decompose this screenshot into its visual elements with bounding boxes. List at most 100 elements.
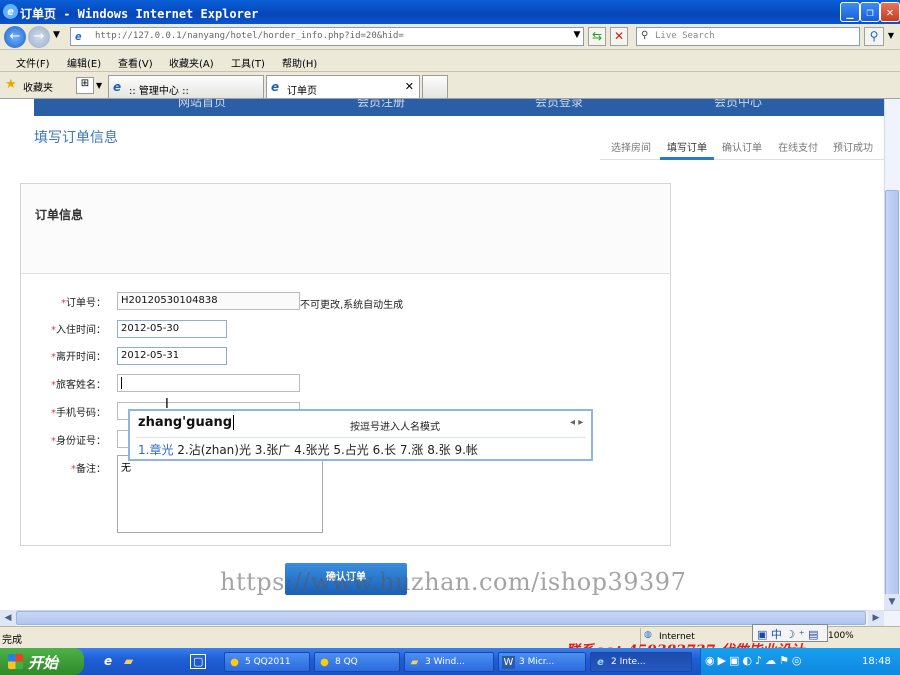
menu-view[interactable]: 查看(V) <box>118 55 153 70</box>
start-button[interactable]: 开始 <box>0 648 84 675</box>
page-title: 填写订单信息 <box>34 130 118 146</box>
id-card-label: *身份证号： <box>51 436 106 447</box>
tab-order-page[interactable]: e 订单页 ✕ <box>266 75 420 98</box>
history-dropdown-icon[interactable]: ▼ <box>53 30 60 40</box>
nav-home[interactable]: 网站首页 <box>178 99 226 110</box>
panel-title: 订单信息 <box>35 208 84 222</box>
checkout-label: *离开时间： <box>51 352 106 363</box>
step-booking-success: 预订成功 <box>833 143 873 154</box>
favorites-star-icon: ★ <box>5 77 17 92</box>
ime-candidate[interactable]: 4.张光 <box>294 443 329 457</box>
nav-register[interactable]: 会员注册 <box>357 99 405 110</box>
search-button[interactable]: ⚲ <box>864 27 884 46</box>
site-nav: 网站首页 会员注册 会员登录 会员中心 <box>34 99 884 116</box>
order-no-field: H20120530104838 <box>117 292 300 310</box>
menu-tools[interactable]: 工具(T) <box>231 55 265 70</box>
ime-candidate[interactable]: 5.占光 <box>333 443 368 457</box>
forward-button[interactable]: → <box>28 26 50 48</box>
step-confirm-order: 确认订单 <box>722 143 762 154</box>
search-icon: ⚲ <box>641 30 649 41</box>
window-title: 订单页 - Windows Internet Explorer <box>20 7 259 21</box>
taskbar-item-qq2011[interactable]: ● 5 QQ2011 <box>224 652 310 672</box>
vertical-scroll-thumb[interactable] <box>885 190 899 600</box>
page-icon: e <box>75 30 82 43</box>
ime-candidate[interactable]: 6.长 <box>373 443 396 457</box>
quicklaunch-desktop-icon[interactable]: ▢ <box>190 654 207 669</box>
search-placeholder: Live Search <box>655 31 715 41</box>
search-options-icon[interactable]: ▼ <box>884 27 898 46</box>
menu-favorites[interactable]: 收藏夹(A) <box>169 55 214 70</box>
search-input[interactable]: ⚲ Live Search <box>636 27 860 46</box>
menu-help[interactable]: 帮助(H) <box>282 55 317 70</box>
taskbar-item-internet[interactable]: e2 Inte... <box>590 652 692 672</box>
ime-candidates: 1.章光 2.沾(zhan)光 3.张广 4.张光 5.占光 6.长 7.涨 8… <box>138 441 478 458</box>
stop-button[interactable]: ✕ <box>610 27 628 46</box>
checkin-label: *入住时间： <box>51 325 106 336</box>
ime-candidate[interactable]: 2.沾(zhan)光 <box>177 443 251 457</box>
ime-pinyin: zhang'guang <box>138 415 235 430</box>
nav-login[interactable]: 会员登录 <box>535 99 583 110</box>
ime-divider <box>136 437 586 438</box>
new-tab-button[interactable] <box>422 75 448 98</box>
windows-flag-icon <box>8 654 23 669</box>
menu-edit[interactable]: 编辑(E) <box>67 55 101 70</box>
guest-name-label: *旅客姓名： <box>51 380 106 391</box>
tray-icons[interactable]: ◉▶▣◐♪☁⚑◎ <box>705 654 805 667</box>
menu-file[interactable]: 文件(F) <box>16 55 50 70</box>
remark-label: *备注： <box>71 464 106 475</box>
step-select-room: 选择房间 <box>611 143 651 154</box>
text-cursor <box>121 377 122 389</box>
taskbar-item-microsoft[interactable]: W3 Micr... <box>498 652 586 672</box>
ime-candidate-window: zhang'guang 按逗号进入人名模式 ◂ ▸ 1.章光 2.沾(zhan)… <box>128 409 593 461</box>
ie-icon: e <box>597 657 604 668</box>
scroll-left-icon[interactable]: ◀ <box>0 610 16 626</box>
address-dropdown-icon[interactable]: ▼ <box>568 27 586 46</box>
ime-candidate[interactable]: 3.张广 <box>255 443 290 457</box>
tab-ie-icon: e <box>113 80 122 94</box>
close-button[interactable]: ✕ <box>880 2 900 22</box>
horizontal-scroll-thumb[interactable] <box>16 611 866 625</box>
ime-candidate[interactable]: 9.帐 <box>454 443 477 457</box>
checkout-date-input[interactable]: 2012-05-31 <box>117 347 227 365</box>
tab-admin-center[interactable]: e :: 管理中心 :: <box>108 75 264 98</box>
ime-candidate[interactable]: 7.涨 <box>400 443 423 457</box>
scroll-down-icon[interactable]: ▼ <box>884 594 900 610</box>
qq-icon: ● <box>230 657 239 668</box>
remark-textarea[interactable]: 无 <box>117 455 323 533</box>
clock: 18:48 <box>862 656 891 667</box>
tab-label: :: 管理中心 :: <box>129 86 189 97</box>
scroll-right-icon[interactable]: ▶ <box>868 610 884 626</box>
address-bar[interactable]: e http://127.0.0.1/nanyang/hotel/horder_… <box>70 27 584 46</box>
watermark-text: https://www.huzhan.com/ishop39397 <box>220 568 687 596</box>
tab-ie-icon: e <box>271 80 280 94</box>
qq-icon: ● <box>320 657 329 668</box>
taskbar-item-windows[interactable]: ▰ 3 Wind... <box>404 652 494 672</box>
steps-divider <box>600 159 884 160</box>
refresh-button[interactable]: ⇆ <box>588 27 606 46</box>
taskbar-item-qq[interactable]: ● 8 QQ <box>314 652 400 672</box>
step-fill-order: 填写订单 <box>667 143 707 154</box>
ime-candidate[interactable]: 1.章光 <box>138 443 173 457</box>
tab-label: 订单页 <box>287 86 317 97</box>
maximize-button[interactable]: ❐ <box>860 2 880 22</box>
minimize-button[interactable]: _ <box>840 2 860 22</box>
guest-name-input[interactable] <box>117 374 300 392</box>
folder-icon: ▰ <box>410 657 419 668</box>
favorites-button[interactable]: 收藏夹 <box>23 79 53 94</box>
phone-label: *手机号码： <box>51 408 106 419</box>
order-no-hint: 不可更改,系统自动生成 <box>300 300 404 311</box>
tab-list-dropdown-icon[interactable]: ▼ <box>96 77 106 94</box>
quick-tabs-icon[interactable]: ⊞ <box>76 77 94 94</box>
tab-bar: ★ 收藏夹 ⊞ ▼ e :: 管理中心 :: e 订单页 ✕ <box>0 72 900 99</box>
ime-page-arrows-icon[interactable]: ◂ ▸ <box>570 417 583 428</box>
ie-icon: e <box>3 4 18 19</box>
back-button[interactable]: ← <box>4 26 26 48</box>
zoom-level[interactable]: 100% <box>828 631 854 641</box>
tab-close-icon[interactable]: ✕ <box>405 80 414 93</box>
ime-candidate[interactable]: 8.张 <box>427 443 450 457</box>
nav-member-center[interactable]: 会员中心 <box>714 99 762 110</box>
checkin-date-input[interactable]: 2012-05-30 <box>117 320 227 338</box>
quicklaunch-ie-icon[interactable]: e <box>104 654 112 668</box>
quicklaunch-folder-icon[interactable]: ▰ <box>124 654 133 668</box>
address-url: http://127.0.0.1/nanyang/hotel/horder_in… <box>95 31 404 41</box>
